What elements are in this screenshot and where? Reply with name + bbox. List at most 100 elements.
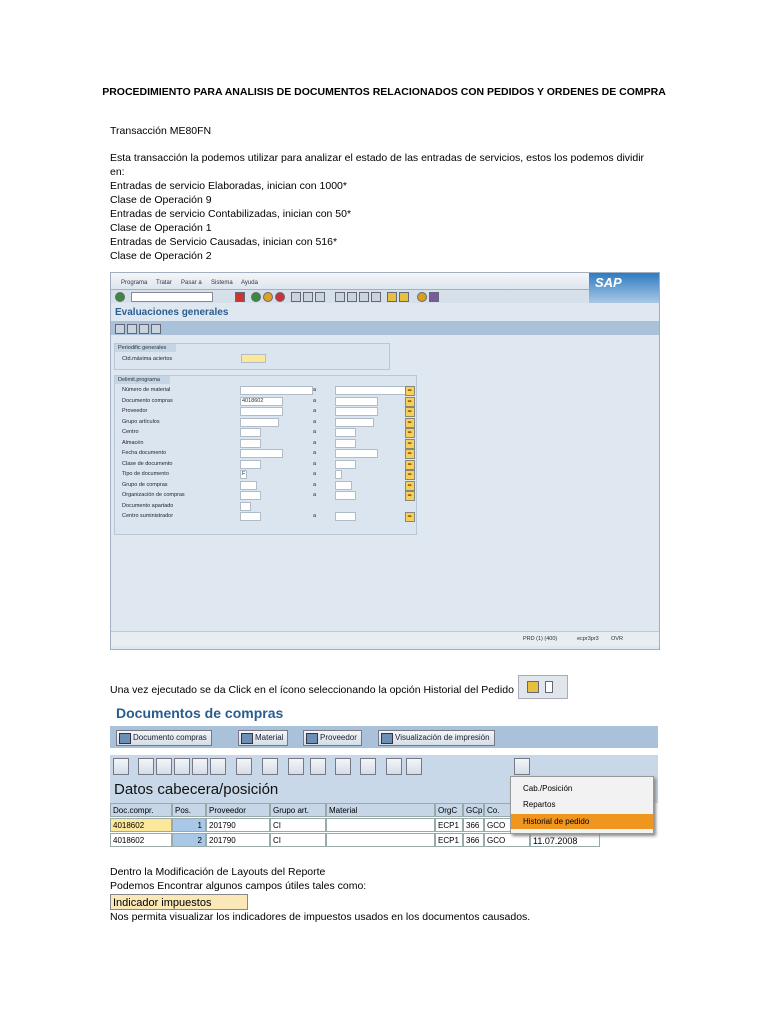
new-session-icon[interactable] — [387, 292, 397, 302]
multiple-selection-arrow-icon[interactable]: ➨ — [405, 491, 415, 501]
field-from-input[interactable] — [240, 428, 261, 437]
field-from-input[interactable] — [240, 417, 279, 427]
shortcut-icon[interactable] — [399, 292, 409, 302]
table-cell[interactable]: 2 — [172, 833, 206, 847]
field-to-input[interactable] — [335, 396, 378, 406]
field-to-input[interactable] — [335, 449, 378, 458]
column-header[interactable]: Doc.compr. — [110, 803, 172, 817]
field-to-input[interactable] — [335, 428, 356, 437]
proveedor-button[interactable]: Proveedor — [303, 730, 362, 746]
documento-compras-button[interactable]: Documento compras — [116, 730, 212, 746]
field-to-input[interactable] — [335, 512, 356, 521]
column-header[interactable]: OrgC — [435, 803, 463, 817]
execute-icon[interactable] — [115, 324, 125, 334]
table-cell[interactable]: 201790 — [206, 818, 270, 832]
field-from-input[interactable] — [240, 501, 251, 511]
print-icon[interactable] — [138, 758, 154, 775]
table-cell[interactable]: 1 — [172, 818, 206, 832]
field-to-input[interactable] — [335, 480, 352, 490]
field-from-input[interactable] — [240, 449, 283, 458]
multiple-selection-arrow-icon[interactable]: ➨ — [405, 512, 415, 522]
menu-tratar[interactable]: Tratar — [156, 280, 172, 286]
table-cell[interactable]: CI — [270, 818, 326, 832]
multiple-selection-arrow-icon[interactable]: ➨ — [405, 396, 415, 407]
info-icon[interactable] — [406, 758, 422, 775]
command-field[interactable] — [131, 292, 213, 302]
find-icon[interactable] — [303, 292, 313, 302]
cancel-icon[interactable] — [275, 292, 285, 302]
menu-ayuda[interactable]: Ayuda — [241, 280, 258, 286]
field-from-input[interactable] — [240, 459, 261, 469]
field-from-input[interactable] — [240, 480, 257, 490]
local-file-icon[interactable] — [288, 758, 304, 775]
print-icon[interactable] — [291, 292, 301, 302]
multiple-selection-arrow-icon[interactable]: ➨ — [405, 480, 415, 491]
spreadsheet-icon[interactable] — [335, 758, 351, 775]
multiple-selection-arrow-icon[interactable]: ➨ — [405, 407, 415, 417]
field-to-input[interactable] — [335, 470, 342, 479]
field-from-input[interactable]: 4018602 — [240, 396, 283, 406]
column-header[interactable]: Proveedor — [206, 803, 270, 817]
sum-icon[interactable] — [236, 758, 252, 775]
multiple-selection-arrow-icon[interactable]: ➨ — [405, 428, 415, 438]
abc-icon[interactable] — [386, 758, 402, 775]
multiple-selection-arrow-icon[interactable]: ➨ — [405, 417, 415, 428]
table-cell[interactable]: 4018602 — [110, 833, 172, 847]
table-cell[interactable] — [326, 833, 435, 847]
visualizacion-impresion-button[interactable]: Visualización de impresión — [378, 730, 495, 746]
subtotal-icon[interactable] — [262, 758, 278, 775]
last-page-icon[interactable] — [371, 292, 381, 302]
filter-icon[interactable] — [156, 758, 172, 775]
table-cell[interactable]: ECP1 — [435, 833, 463, 847]
export-icon[interactable] — [310, 758, 326, 775]
help-icon[interactable] — [417, 292, 427, 302]
multiple-selection-arrow-icon[interactable]: ➨ — [405, 470, 415, 480]
layout-icon[interactable] — [360, 758, 376, 775]
find-next-icon[interactable] — [315, 292, 325, 302]
column-header[interactable]: Grupo art. — [270, 803, 326, 817]
field-to-input[interactable] — [335, 459, 356, 469]
column-header[interactable]: Material — [326, 803, 435, 817]
selection-icon[interactable] — [139, 324, 149, 334]
first-page-icon[interactable] — [335, 292, 345, 302]
set-filter-icon[interactable] — [210, 758, 226, 775]
field-from-input[interactable] — [240, 386, 313, 395]
menu-programa[interactable]: Programa — [121, 280, 147, 286]
sort-icon[interactable] — [192, 758, 208, 775]
history-icon[interactable] — [514, 758, 530, 775]
column-header[interactable]: Pos. — [172, 803, 206, 817]
column-header[interactable]: GCp — [463, 803, 484, 817]
menu-cab-posicion[interactable]: Cab./Posición — [511, 781, 653, 796]
table-cell[interactable]: GCO — [484, 833, 530, 847]
details-icon[interactable] — [113, 758, 129, 775]
back-icon[interactable] — [251, 292, 261, 302]
menu-sistema[interactable]: Sistema — [211, 280, 233, 286]
menu-repartos[interactable]: Repartos — [511, 797, 653, 812]
field-from-input[interactable]: F — [240, 470, 247, 479]
table-cell[interactable]: CI — [270, 833, 326, 847]
layout-icon[interactable] — [429, 292, 439, 302]
options-icon[interactable] — [151, 324, 161, 334]
table-cell[interactable] — [326, 818, 435, 832]
menu-historial-pedido[interactable]: Historial de pedido — [511, 814, 653, 829]
multiple-selection-arrow-icon[interactable]: ➨ — [405, 459, 415, 470]
field-from-input[interactable] — [240, 512, 261, 521]
multiple-selection-arrow-icon[interactable]: ➨ — [405, 449, 415, 459]
field-to-input[interactable] — [335, 491, 356, 500]
material-button[interactable]: Material — [238, 730, 289, 746]
exit-icon[interactable] — [263, 292, 273, 302]
menu-pasar-a[interactable]: Pasar a — [181, 280, 202, 286]
field-to-input[interactable] — [335, 438, 356, 448]
multiple-selection-arrow-icon[interactable]: ➨ — [405, 386, 415, 396]
save-icon[interactable] — [235, 292, 245, 302]
field-to-input[interactable] — [335, 386, 408, 395]
field-from-input[interactable] — [240, 407, 283, 416]
table-cell[interactable]: 366 — [463, 833, 484, 847]
variant-icon[interactable] — [127, 324, 137, 334]
table-cell[interactable]: 366 — [463, 818, 484, 832]
field-to-input[interactable] — [335, 407, 378, 416]
prev-page-icon[interactable] — [347, 292, 357, 302]
table-cell[interactable]: ECP1 — [435, 818, 463, 832]
field-from-input[interactable] — [240, 491, 261, 500]
table-cell[interactable]: 201790 — [206, 833, 270, 847]
